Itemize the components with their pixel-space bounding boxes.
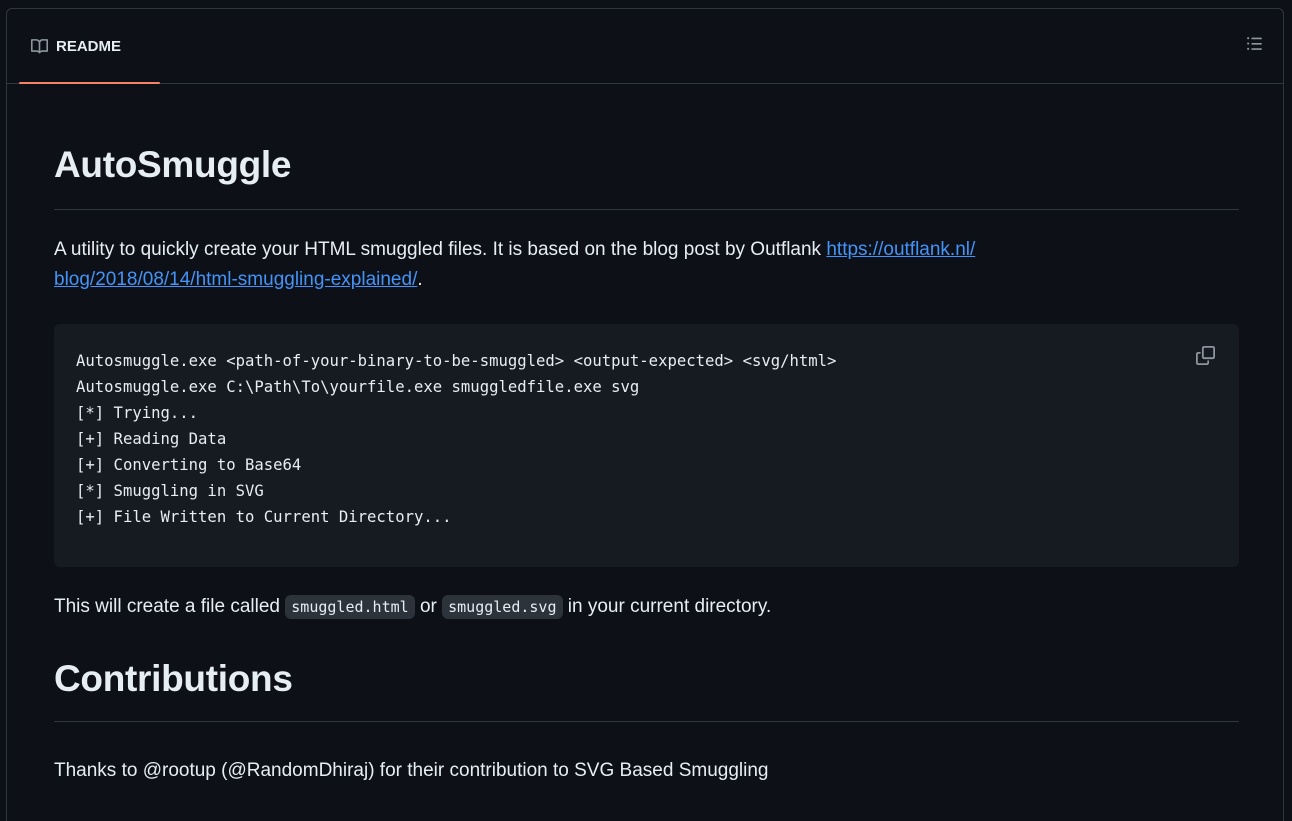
list-icon bbox=[1246, 35, 1263, 57]
code-line: [*] Smuggling in SVG bbox=[76, 482, 264, 500]
contributions-heading: Contributions bbox=[54, 658, 293, 699]
inline-code-svg: smuggled.svg bbox=[442, 595, 563, 619]
code-line: Autosmuggle.exe <path-of-your-binary-to-… bbox=[76, 352, 837, 370]
code-block: Autosmuggle.exe <path-of-your-binary-to-… bbox=[54, 324, 1239, 567]
copy-button[interactable] bbox=[1193, 346, 1217, 370]
readme-header: README bbox=[7, 9, 1283, 84]
code-line: [+] Reading Data bbox=[76, 430, 227, 448]
intro-text: A utility to quickly create your HTML sm… bbox=[54, 239, 827, 260]
outflank-link-part1[interactable]: https://outflank.nl/ bbox=[826, 239, 975, 260]
contributions-heading-wrap: Contributions bbox=[54, 651, 1239, 722]
outline-toggle-button[interactable] bbox=[1243, 35, 1265, 57]
copy-icon bbox=[1195, 346, 1215, 370]
contributions-text: Thanks to @rootup (@RandomDhiraj) for th… bbox=[54, 760, 769, 781]
code-line: [+] File Written to Current Directory... bbox=[76, 508, 452, 526]
page-background: README AutoSmuggle A utility to quickly … bbox=[0, 0, 1292, 821]
result-text-middle: or bbox=[414, 596, 443, 617]
active-tab-indicator bbox=[19, 82, 160, 84]
result-text-before: This will create a file called bbox=[54, 596, 286, 617]
inline-code-html: smuggled.html bbox=[285, 595, 415, 619]
code-line: [+] Converting to Base64 bbox=[76, 456, 302, 474]
readme-tab[interactable]: README bbox=[19, 9, 160, 84]
readme-tab-label: README bbox=[56, 37, 122, 55]
page-title: AutoSmuggle bbox=[54, 144, 292, 185]
outflank-link-part2[interactable]: blog/2018/08/14/html-smuggling-explained… bbox=[54, 269, 417, 290]
code-line: Autosmuggle.exe C:\Path\To\yourfile.exe … bbox=[76, 378, 640, 396]
contributions-paragraph: Thanks to @rootup (@RandomDhiraj) for th… bbox=[54, 756, 1239, 786]
code-line: [*] Trying... bbox=[76, 404, 199, 422]
title-heading-wrap: AutoSmuggle bbox=[54, 137, 1239, 210]
book-icon bbox=[31, 38, 48, 55]
result-paragraph: This will create a file called smuggled.… bbox=[54, 592, 1239, 622]
intro-paragraph: A utility to quickly create your HTML sm… bbox=[54, 235, 1239, 295]
code-content[interactable]: Autosmuggle.exe <path-of-your-binary-to-… bbox=[76, 348, 1217, 530]
intro-suffix: . bbox=[417, 269, 423, 290]
result-text-after: in your current directory. bbox=[562, 596, 772, 617]
readme-panel: README AutoSmuggle A utility to quickly … bbox=[6, 8, 1284, 821]
